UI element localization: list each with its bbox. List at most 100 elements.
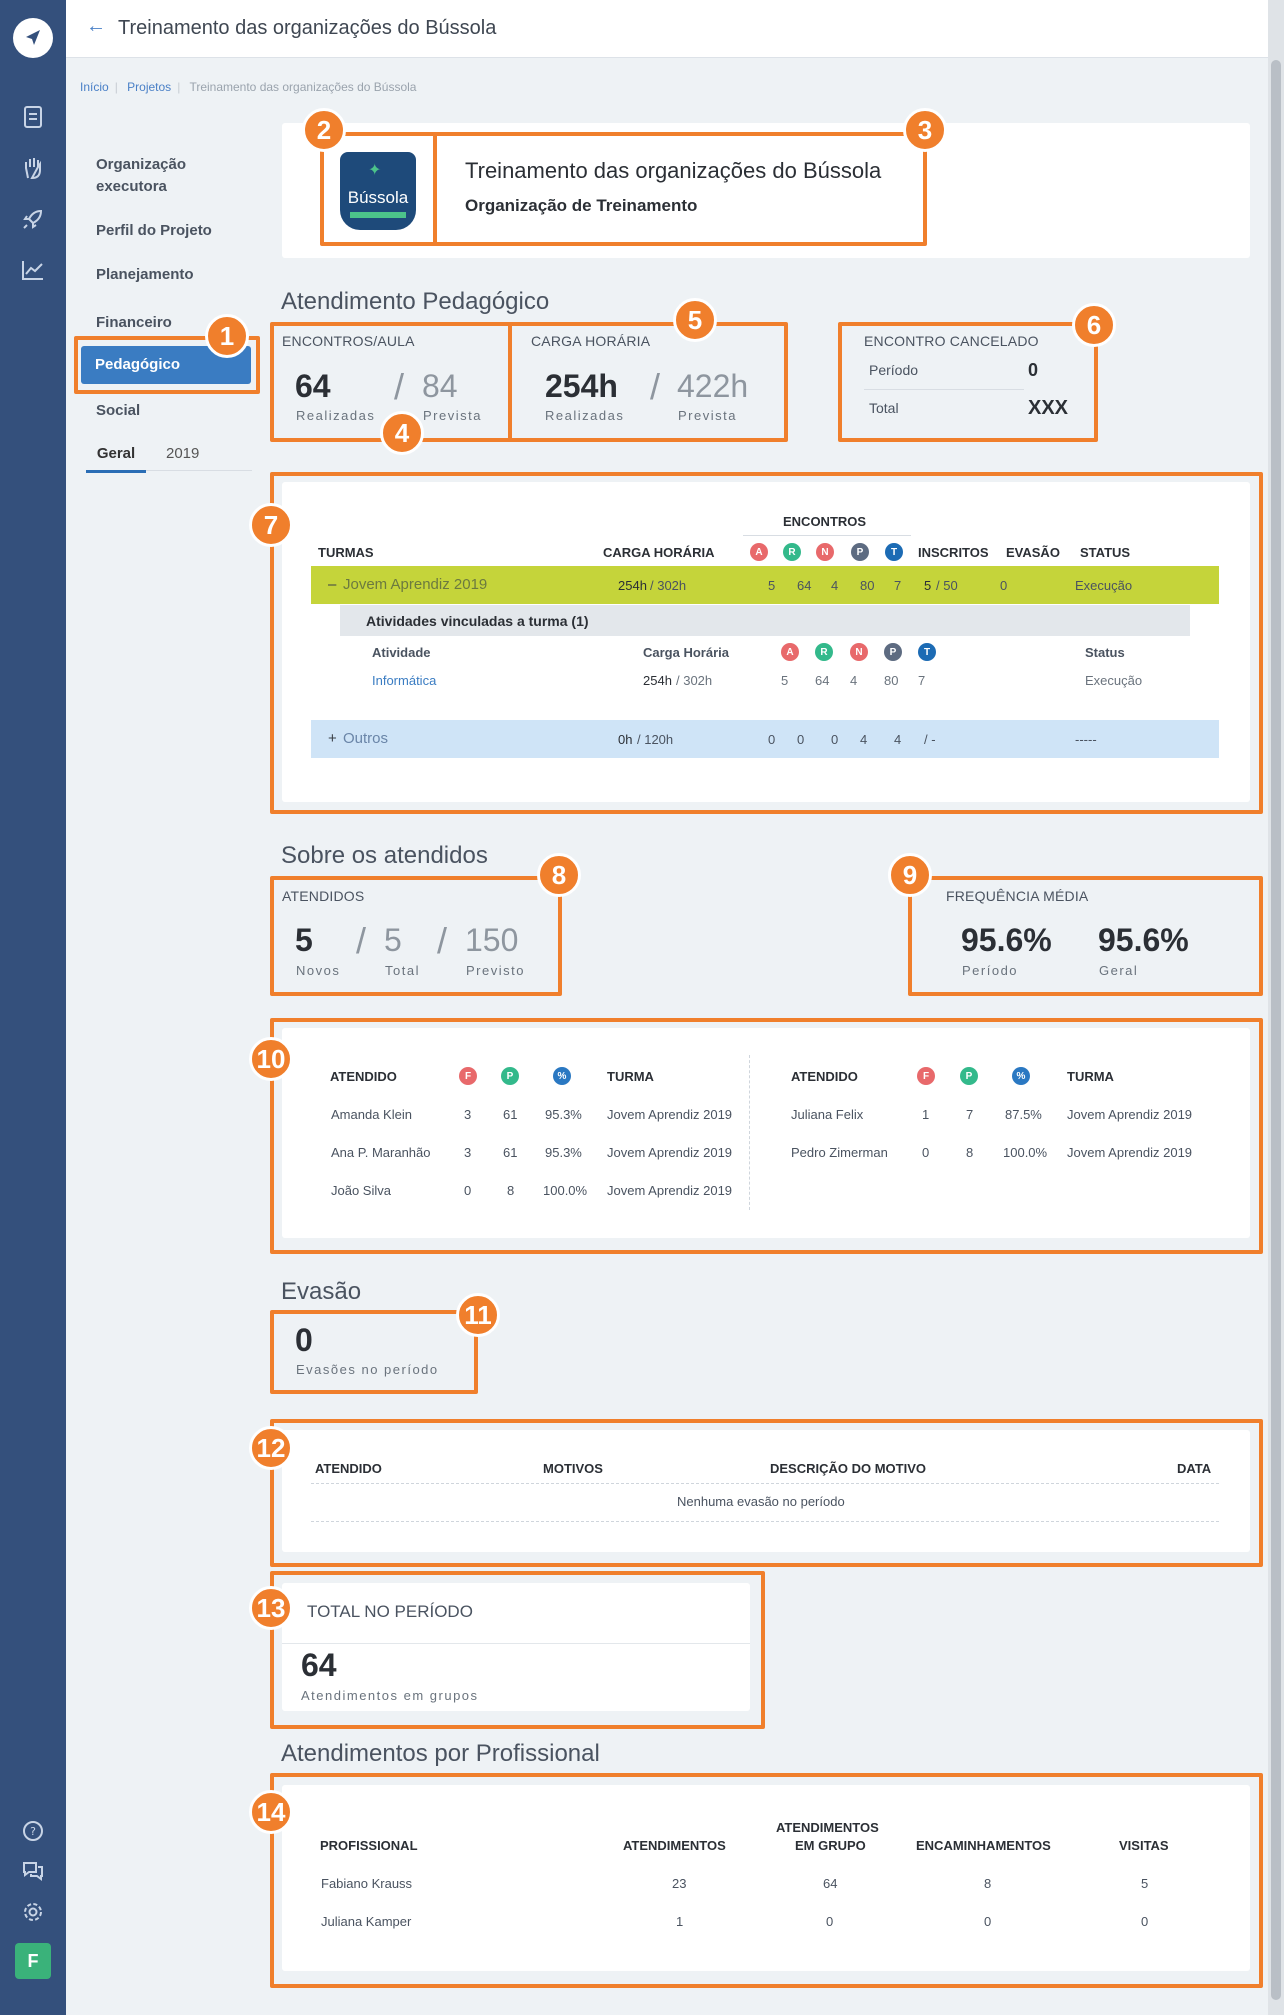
right-pct-dot: % bbox=[1012, 1067, 1030, 1085]
turma-row-toggle[interactable]: – bbox=[328, 576, 336, 593]
right-row-1-pct: 87.5% bbox=[1005, 1107, 1042, 1122]
atendidos-column-divider bbox=[749, 1055, 750, 1210]
chat-icon[interactable] bbox=[20, 1857, 46, 1883]
total-label: Atendimentos em grupos bbox=[301, 1688, 479, 1703]
atendidos-label: ATENDIDOS bbox=[282, 888, 365, 904]
subtable-title: Atividades vinculadas a turma (1) bbox=[366, 613, 589, 629]
breadcrumb-projetos[interactable]: Projetos bbox=[127, 80, 171, 94]
cancelado-total-label: Total bbox=[869, 400, 899, 416]
atividade-enc-t: 7 bbox=[918, 673, 926, 688]
sub-dot-r: R bbox=[815, 643, 833, 661]
atendidos-slash-1: / bbox=[356, 920, 367, 961]
carga-prevista: 422h bbox=[677, 368, 749, 404]
chart-icon[interactable] bbox=[20, 257, 46, 283]
atendidos-novos-label: Novos bbox=[296, 963, 341, 978]
right-row-1-name: Juliana Felix bbox=[791, 1107, 864, 1122]
toggle-geral[interactable]: Geral bbox=[86, 445, 146, 473]
prof-header-grupo-a: ATENDIMENTOS bbox=[776, 1820, 879, 1835]
carga-realizadas: 254h bbox=[545, 368, 618, 404]
annotation-box-13 bbox=[270, 1571, 765, 1729]
svg-text:?: ? bbox=[30, 1825, 36, 1838]
prof-row-1-visitas: 5 bbox=[1141, 1876, 1149, 1891]
bussola-logo: ✦ Bússola bbox=[340, 152, 416, 230]
turma-carga-a: 254h bbox=[618, 578, 647, 593]
breadcrumb-current: Treinamento das organizações do Bússola bbox=[189, 80, 417, 94]
hand-icon[interactable] bbox=[20, 155, 46, 181]
cancelado-label: ENCONTRO CANCELADO bbox=[864, 333, 1039, 349]
outros-enc-p: 4 bbox=[860, 732, 868, 747]
freq-periodo: 95.6% bbox=[961, 922, 1052, 958]
compass-logo-icon[interactable] bbox=[13, 18, 53, 58]
atividade-enc-r: 64 bbox=[815, 673, 830, 688]
document-icon[interactable] bbox=[20, 104, 46, 130]
rocket-icon[interactable] bbox=[20, 206, 46, 232]
left-row-2-name: Ana P. Maranhão bbox=[331, 1145, 431, 1160]
annotation-badge-12: 12 bbox=[249, 1426, 293, 1470]
evasao-empty-message: Nenhuma evasão no período bbox=[677, 1494, 845, 1509]
prof-header-profissional: PROFISSIONAL bbox=[320, 1838, 418, 1853]
carga-header: CARGA HORÁRIA bbox=[603, 545, 715, 560]
right-row-2-pct: 100.0% bbox=[1003, 1145, 1048, 1160]
atividade-informatica-link[interactable]: Informática bbox=[372, 673, 436, 688]
toggle-2019[interactable]: 2019 bbox=[166, 445, 199, 462]
dot-n: N bbox=[816, 543, 834, 561]
annotation-badge-10: 10 bbox=[249, 1037, 293, 1081]
prof-header-grupo-b: EM GRUPO bbox=[795, 1838, 866, 1853]
evasao-header: EVASÃO bbox=[1006, 545, 1060, 560]
annotation-badge-11: 11 bbox=[456, 1293, 500, 1337]
freq-periodo-label: Período bbox=[962, 963, 1019, 978]
prof-row-1-grupo: 64 bbox=[823, 1876, 838, 1891]
carga-label: CARGA HORÁRIA bbox=[531, 333, 651, 349]
logo-stripe bbox=[350, 212, 406, 218]
menu-item-organizacao[interactable]: Organização executora bbox=[82, 154, 242, 198]
encontros-prevista-label: Prevista bbox=[423, 408, 482, 423]
outros-row-name[interactable]: Outros bbox=[343, 730, 388, 747]
annotation-badge-14: 14 bbox=[249, 1790, 293, 1834]
right-atendido-header: ATENDIDO bbox=[791, 1069, 858, 1084]
left-pct-dot: % bbox=[553, 1067, 571, 1085]
scrollbar-thumb[interactable] bbox=[1271, 60, 1281, 2000]
top-bar: ← Treinamento das organizações do Bússol… bbox=[66, 0, 1268, 58]
atendidos-novos: 5 bbox=[295, 922, 313, 958]
left-row-3-name: João Silva bbox=[331, 1183, 391, 1198]
dot-r: R bbox=[783, 543, 801, 561]
encontros-header-line bbox=[743, 535, 911, 536]
menu-item-perfil[interactable]: Perfil do Projeto bbox=[82, 220, 226, 242]
outros-row-toggle[interactable]: + bbox=[328, 730, 337, 747]
atividade-enc-a: 5 bbox=[781, 673, 789, 688]
evasao-value: 0 bbox=[295, 1322, 313, 1358]
annotation-badge-2: 2 bbox=[302, 108, 346, 152]
left-p-dot: P bbox=[501, 1067, 519, 1085]
annotation-badge-4: 4 bbox=[380, 411, 424, 455]
help-icon[interactable]: ? bbox=[20, 1818, 46, 1844]
right-row-2-f: 0 bbox=[922, 1145, 930, 1160]
page-scrollbar[interactable] bbox=[1268, 0, 1284, 2015]
inscritos-header: INSCRITOS bbox=[918, 545, 989, 560]
user-avatar[interactable]: F bbox=[15, 1943, 51, 1979]
turma-enc-p: 80 bbox=[860, 578, 875, 593]
subtable-atividade-header: Atividade bbox=[372, 645, 431, 660]
menu-item-financeiro[interactable]: Financeiro bbox=[82, 312, 186, 334]
subtable-status-header: Status bbox=[1085, 645, 1125, 660]
prof-header-encaminhamentos: ENCAMINHAMENTOS bbox=[916, 1838, 1051, 1853]
menu-item-planejamento[interactable]: Planejamento bbox=[82, 264, 208, 286]
subtable-carga-header: Carga Horária bbox=[643, 645, 729, 660]
menu-item-social[interactable]: Social bbox=[82, 400, 154, 422]
encontros-prevista: 84 bbox=[422, 368, 458, 404]
turma-row-name[interactable]: Jovem Aprendiz 2019 bbox=[343, 576, 487, 593]
right-row-1-p: 7 bbox=[966, 1107, 974, 1122]
left-row-3-turma: Jovem Aprendiz 2019 bbox=[607, 1183, 733, 1198]
total-divider bbox=[282, 1643, 750, 1644]
settings-gear-icon[interactable] bbox=[20, 1899, 46, 1925]
back-arrow-icon[interactable]: ← bbox=[86, 15, 106, 38]
annotation-badge-1: 1 bbox=[205, 314, 249, 358]
prof-header-visitas: VISITAS bbox=[1119, 1838, 1169, 1853]
status-header: STATUS bbox=[1080, 545, 1131, 560]
freq-label: FREQUÊNCIA MÉDIA bbox=[946, 888, 1089, 904]
evasao-data-header: DATA bbox=[1177, 1461, 1212, 1476]
section-title-profissional: Atendimentos por Profissional bbox=[281, 1740, 600, 1767]
dot-t: T bbox=[885, 543, 903, 561]
annotation-badge-13: 13 bbox=[249, 1586, 293, 1630]
prof-row-1-atendimentos: 23 bbox=[672, 1876, 687, 1891]
breadcrumb-inicio[interactable]: Início bbox=[80, 80, 109, 94]
